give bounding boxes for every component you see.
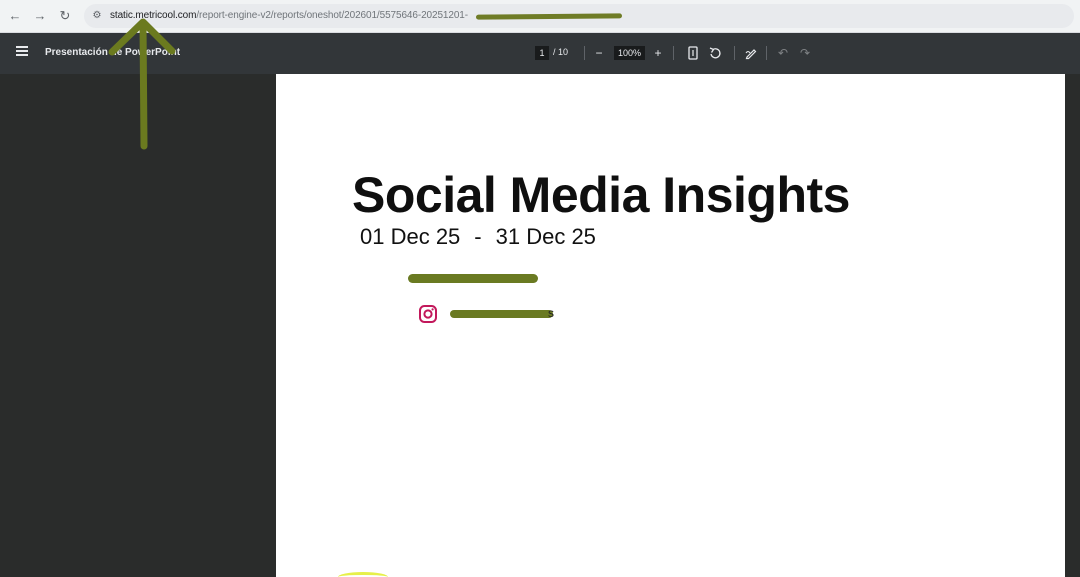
- back-button[interactable]: ←: [6, 7, 24, 25]
- page-number-input[interactable]: 1: [535, 46, 549, 60]
- redo-button[interactable]: ↷: [797, 45, 813, 61]
- reload-icon: ↻: [59, 8, 71, 23]
- url-host: static.metricool.com: [110, 10, 197, 21]
- toolbar-divider: [584, 46, 585, 60]
- undo-button[interactable]: ↶: [775, 45, 791, 61]
- decoration-arc: [338, 572, 388, 577]
- toolbar-divider: [734, 46, 735, 60]
- toolbar-divider: [673, 46, 674, 60]
- pdf-toolbar: Presentación de PowerPoint 1 / 10 − 100%…: [0, 33, 1080, 74]
- handle-text: s: [548, 306, 554, 320]
- redo-icon: ↷: [799, 46, 811, 60]
- forward-button[interactable]: →: [31, 7, 49, 25]
- annotate-button[interactable]: [743, 45, 759, 61]
- date-separator: -: [474, 224, 482, 249]
- instagram-icon: [419, 305, 437, 323]
- document-title: Presentación de PowerPoint: [45, 47, 181, 58]
- reload-button[interactable]: ↻: [56, 7, 74, 25]
- toolbar-divider: [766, 46, 767, 60]
- rotate-button[interactable]: [707, 45, 723, 61]
- zoom-out-button[interactable]: −: [591, 45, 607, 61]
- account-name-redaction: [408, 274, 538, 283]
- slide-headline: Social Media Insights: [352, 167, 850, 223]
- menu-icon[interactable]: [16, 46, 28, 60]
- arrow-left-icon: ←: [8, 8, 22, 23]
- browser-toolbar: ← → ↻ ⚙ static.metricool.com/report-engi…: [0, 0, 1080, 33]
- zoom-input[interactable]: 100%: [614, 46, 645, 60]
- pdf-viewer[interactable]: Social Media Insights 01 Dec 25-31 Dec 2…: [0, 74, 1080, 577]
- rotate-icon: [709, 47, 721, 59]
- date-start: 01 Dec 25: [360, 224, 461, 249]
- fit-page-icon: [688, 46, 698, 60]
- fit-page-button[interactable]: [685, 45, 701, 61]
- zoom-in-button[interactable]: +: [650, 45, 666, 61]
- page-total: / 10: [553, 47, 569, 57]
- date-end: 31 Dec 25: [495, 224, 596, 249]
- address-bar[interactable]: ⚙ static.metricool.com/report-engine-v2/…: [84, 4, 1074, 28]
- pen-icon: [745, 49, 757, 60]
- url-text[interactable]: static.metricool.com/report-engine-v2/re…: [110, 10, 468, 21]
- pdf-page[interactable]: Social Media Insights 01 Dec 25-31 Dec 2…: [276, 74, 1065, 577]
- url-path: /report-engine-v2/reports/oneshot/202601…: [196, 10, 468, 21]
- site-settings-icon[interactable]: ⚙: [89, 8, 105, 24]
- sunburst-decoration: [276, 74, 1065, 577]
- date-range: 01 Dec 25-31 Dec 25: [360, 224, 596, 250]
- arrow-right-icon: →: [33, 8, 47, 23]
- handle-redaction: [450, 310, 553, 318]
- url-redaction: [475, 13, 623, 20]
- undo-icon: ↶: [777, 46, 789, 60]
